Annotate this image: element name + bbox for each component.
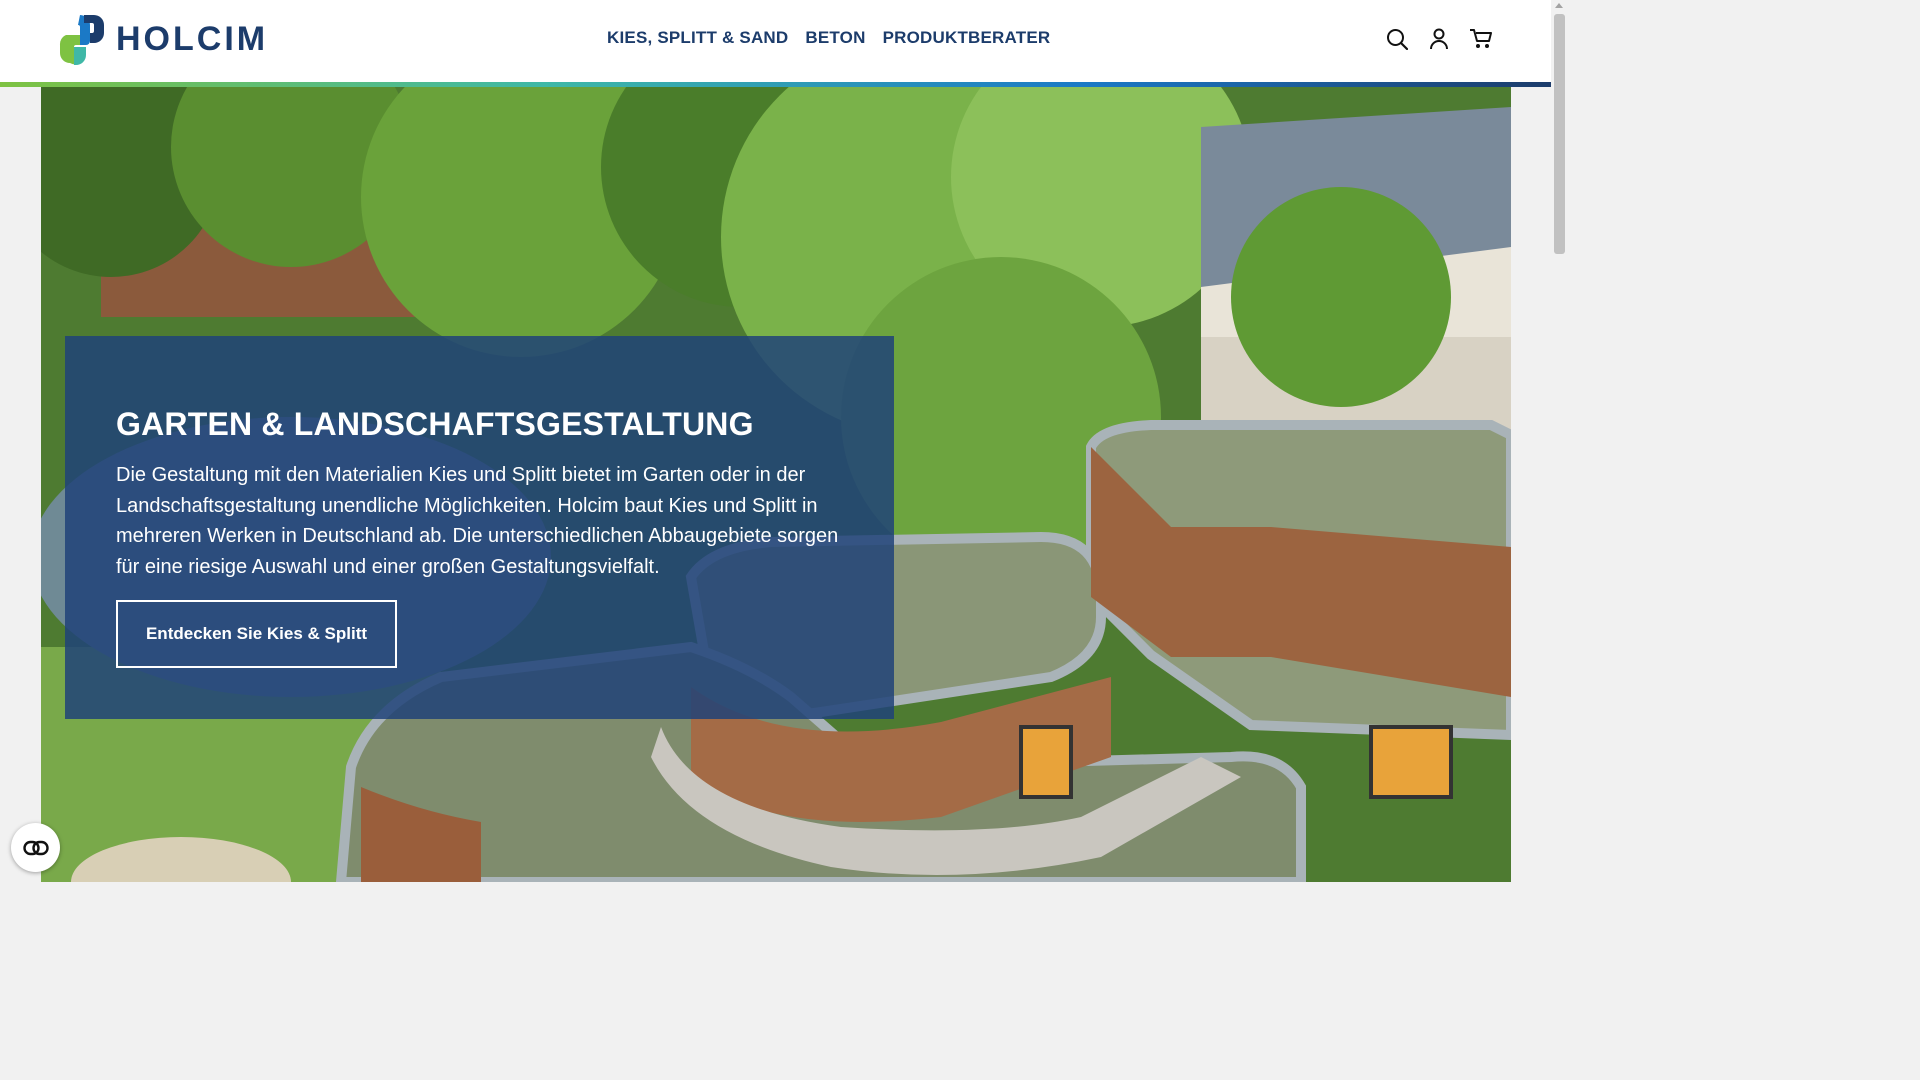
hero-text: Die Gestaltung mit den Materialien Kies …	[116, 464, 839, 578]
search-icon[interactable]	[1385, 26, 1409, 52]
discover-kies-splitt-button[interactable]: Entdecken Sie Kies & Splitt	[116, 600, 397, 668]
site-header: HOLCIM KIES, SPLITT & SAND BETON PRODUKT…	[0, 0, 1551, 82]
nav-item-kies-splitt-sand[interactable]: KIES, SPLITT & SAND	[607, 28, 788, 48]
nav-item-beton[interactable]: BETON	[805, 28, 865, 48]
scroll-thumb[interactable]	[1554, 14, 1565, 254]
page-scrollbar[interactable]	[1551, 0, 1568, 882]
holcim-logo[interactable]: HOLCIM	[56, 13, 268, 65]
cookie-settings-button[interactable]	[11, 823, 60, 872]
user-icon[interactable]	[1427, 26, 1451, 52]
hero-content-box: GARTEN & LANDSCHAFTSGESTALTUNG Die Gesta…	[65, 336, 894, 719]
cart-icon[interactable]	[1469, 26, 1493, 52]
brand-name: HOLCIM	[116, 19, 269, 58]
scroll-up-arrow-icon[interactable]	[1555, 3, 1563, 8]
main-nav: KIES, SPLITT & SAND BETON PRODUKTBERATER	[607, 28, 1050, 48]
header-actions	[1385, 26, 1493, 52]
hero-title: GARTEN & LANDSCHAFTSGESTALTUNG	[116, 406, 754, 442]
holcim-logo-mark-icon	[59, 15, 104, 65]
nav-item-produktberater[interactable]: PRODUKTBERATER	[883, 28, 1051, 48]
cookie-consent-icon	[22, 840, 49, 855]
page: HOLCIM KIES, SPLITT & SAND BETON PRODUKT…	[0, 0, 1568, 882]
